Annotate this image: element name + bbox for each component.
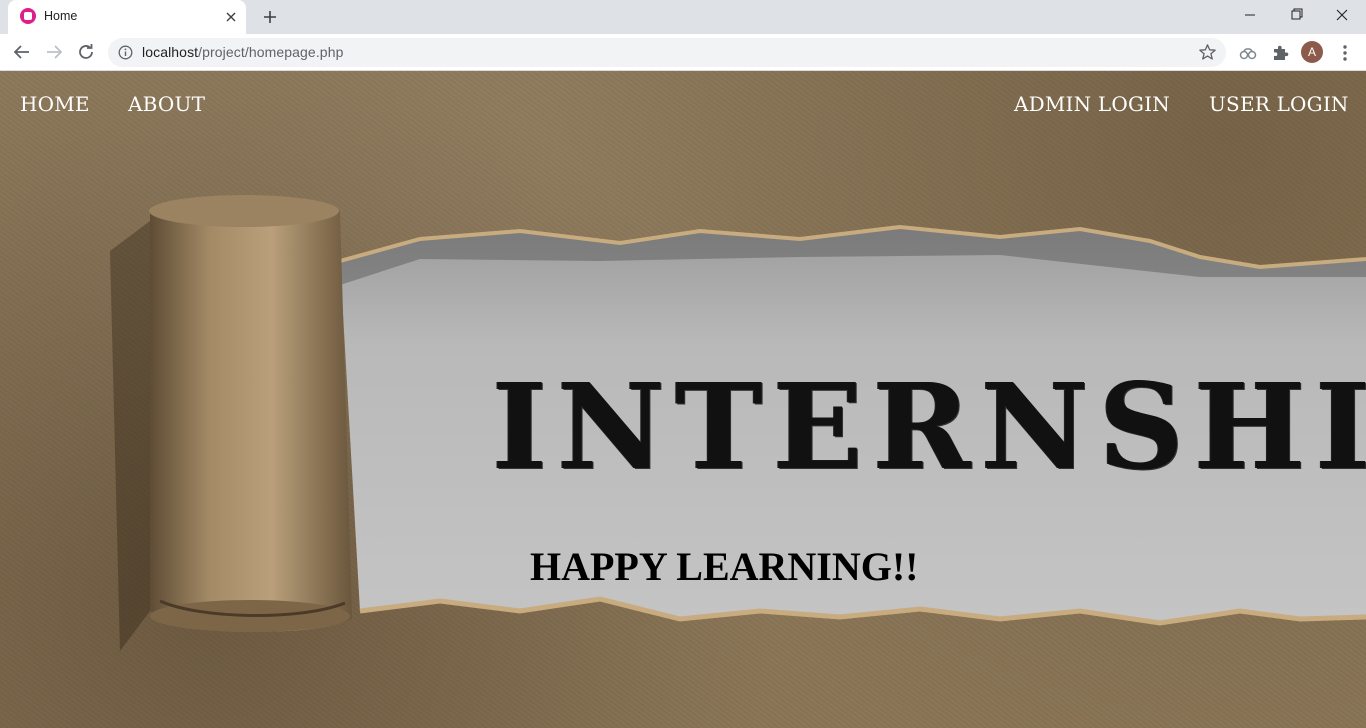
browser-tab-home[interactable]: Home <box>8 0 246 34</box>
close-icon[interactable] <box>222 8 240 26</box>
homepage-hero: HOME ABOUT ADMIN LOGIN USER LOGIN INTERN… <box>0 71 1366 728</box>
reload-icon[interactable] <box>72 38 100 66</box>
arrow-left-icon[interactable] <box>8 38 36 66</box>
puzzle-icon[interactable] <box>1269 42 1291 64</box>
arrow-right-icon[interactable] <box>40 38 68 66</box>
window-close-icon[interactable] <box>1322 2 1362 28</box>
nav-about-link[interactable]: ABOUT <box>128 92 205 116</box>
wamp-icon <box>20 8 36 24</box>
nav-admin-login-link[interactable]: ADMIN LOGIN <box>1014 92 1170 116</box>
nav-user-login-link[interactable]: USER LOGIN <box>1209 92 1349 116</box>
address-bar[interactable]: localhost/project/homepage.php <box>108 38 1226 67</box>
url-text: localhost/project/homepage.php <box>142 44 343 60</box>
minimize-icon[interactable] <box>1230 2 1270 28</box>
hero-word: INTERNSHIP <box>492 357 1366 496</box>
sync-icon[interactable] <box>1237 42 1259 64</box>
top-navigation: HOME ABOUT ADMIN LOGIN USER LOGIN <box>0 71 1366 139</box>
url-path: /project/homepage.php <box>198 44 344 60</box>
plus-icon[interactable] <box>259 6 281 28</box>
star-icon[interactable] <box>1198 43 1217 62</box>
browser-tab-strip: Home <box>0 0 1366 34</box>
url-host: localhost <box>142 44 199 60</box>
nav-home-link[interactable]: HOME <box>20 92 90 116</box>
browser-toolbar: localhost/project/homepage.php A <box>0 34 1366 71</box>
tagline: HAPPY LEARNING!! <box>530 544 919 589</box>
more-vertical-icon[interactable] <box>1334 42 1356 64</box>
avatar[interactable]: A <box>1301 41 1323 63</box>
info-icon[interactable] <box>118 45 133 60</box>
tab-title: Home <box>44 9 78 23</box>
restore-icon[interactable] <box>1276 2 1316 28</box>
